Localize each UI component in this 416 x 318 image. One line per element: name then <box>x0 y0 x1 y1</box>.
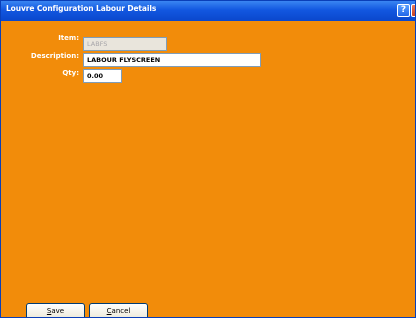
help-button[interactable]: ? <box>397 4 410 17</box>
qty-label: Qty: <box>62 69 79 77</box>
save-button[interactable]: Save <box>26 303 85 317</box>
description-label: Description: <box>30 52 79 60</box>
qty-label-wrap: Qty: <box>1 69 79 81</box>
qty-field[interactable]: 0.00 <box>83 69 122 83</box>
title-bar[interactable]: Louvre Configuration Labour Details ? × <box>1 1 415 21</box>
save-label: ave <box>51 307 65 315</box>
window-title: Louvre Configuration Labour Details <box>6 4 157 13</box>
cancel-label: ancel <box>111 307 131 315</box>
item-label: Item: <box>58 34 79 42</box>
item-label-wrap: Item: <box>1 34 79 46</box>
description-field[interactable]: LABOUR FLYSCREEN <box>83 53 261 67</box>
labour-details-window: Louvre Configuration Labour Details ? × … <box>0 0 416 318</box>
description-label-wrap: Description: <box>1 52 79 64</box>
cancel-button[interactable]: Cancel <box>89 303 148 317</box>
item-field: LABFS <box>83 37 167 51</box>
close-button[interactable]: × <box>411 4 415 17</box>
